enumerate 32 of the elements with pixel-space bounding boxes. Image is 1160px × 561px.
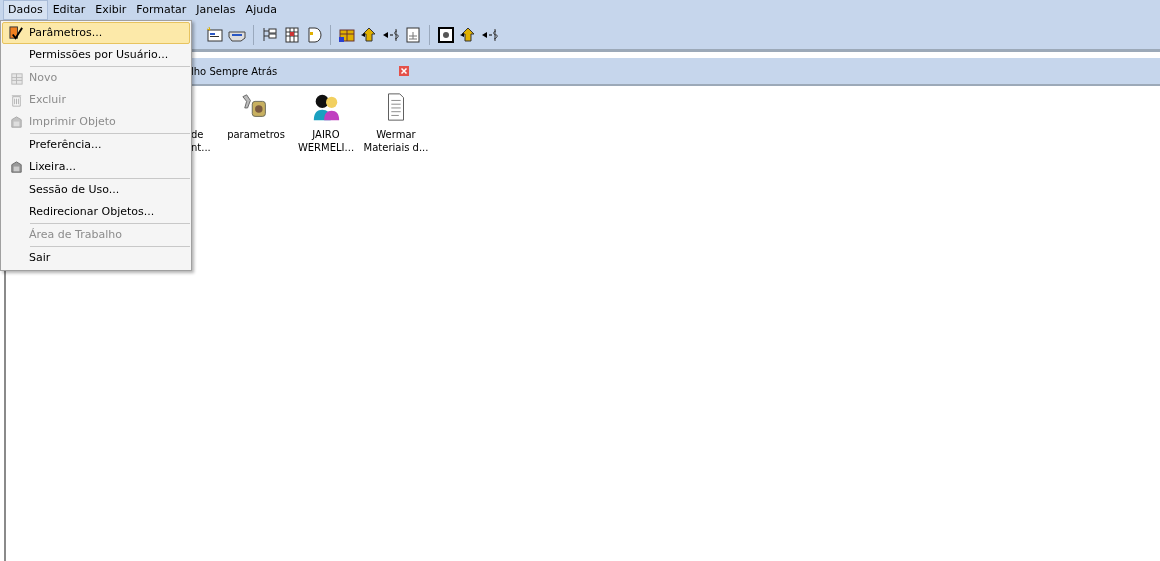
table-icon <box>8 70 24 86</box>
bag-icon <box>8 114 24 130</box>
menu-item[interactable]: Sair <box>2 247 190 269</box>
menu-item[interactable]: Ajuda <box>240 0 282 20</box>
house-icon[interactable] <box>360 25 378 44</box>
menu-item[interactable]: Sessão de Uso... <box>2 179 190 201</box>
icon-label[interactable]: parametros <box>227 128 285 141</box>
sheet-icon[interactable] <box>404 25 422 44</box>
menu-item[interactable]: Preferência... <box>2 134 190 156</box>
close-icon[interactable] <box>399 66 409 76</box>
menu-item[interactable]: Dados <box>3 0 48 20</box>
people-icon[interactable] <box>311 92 341 122</box>
tree-icon[interactable] <box>261 25 279 44</box>
menu-item[interactable]: Exibir <box>90 0 132 20</box>
menu-item[interactable]: Redirecionar Objetos... <box>2 201 190 223</box>
menu-item[interactable]: Editar <box>47 0 91 20</box>
icon-label[interactable]: de nt... <box>191 128 211 154</box>
menu-item[interactable]: Formatar <box>131 0 192 20</box>
bag-icon <box>8 159 24 175</box>
menu-item[interactable]: Lixeira... <box>2 156 190 178</box>
card-icon[interactable] <box>206 25 224 44</box>
check-icon <box>8 25 24 41</box>
door-icon[interactable] <box>305 25 323 44</box>
table-icon[interactable] <box>283 25 301 44</box>
house-icon[interactable] <box>459 25 477 44</box>
frame-icon[interactable] <box>437 25 455 44</box>
window-title: lho Sempre Atrás <box>191 64 279 79</box>
menu-item[interactable]: Janelas <box>191 0 241 20</box>
menu-item[interactable]: Permissões por Usuário... <box>2 44 190 66</box>
menu-item[interactable]: Parâmetros... <box>2 22 190 44</box>
icon-label[interactable]: Wermar Materiais d... <box>363 128 429 154</box>
icon-label[interactable]: JAIRO WERMELI... <box>297 128 355 154</box>
